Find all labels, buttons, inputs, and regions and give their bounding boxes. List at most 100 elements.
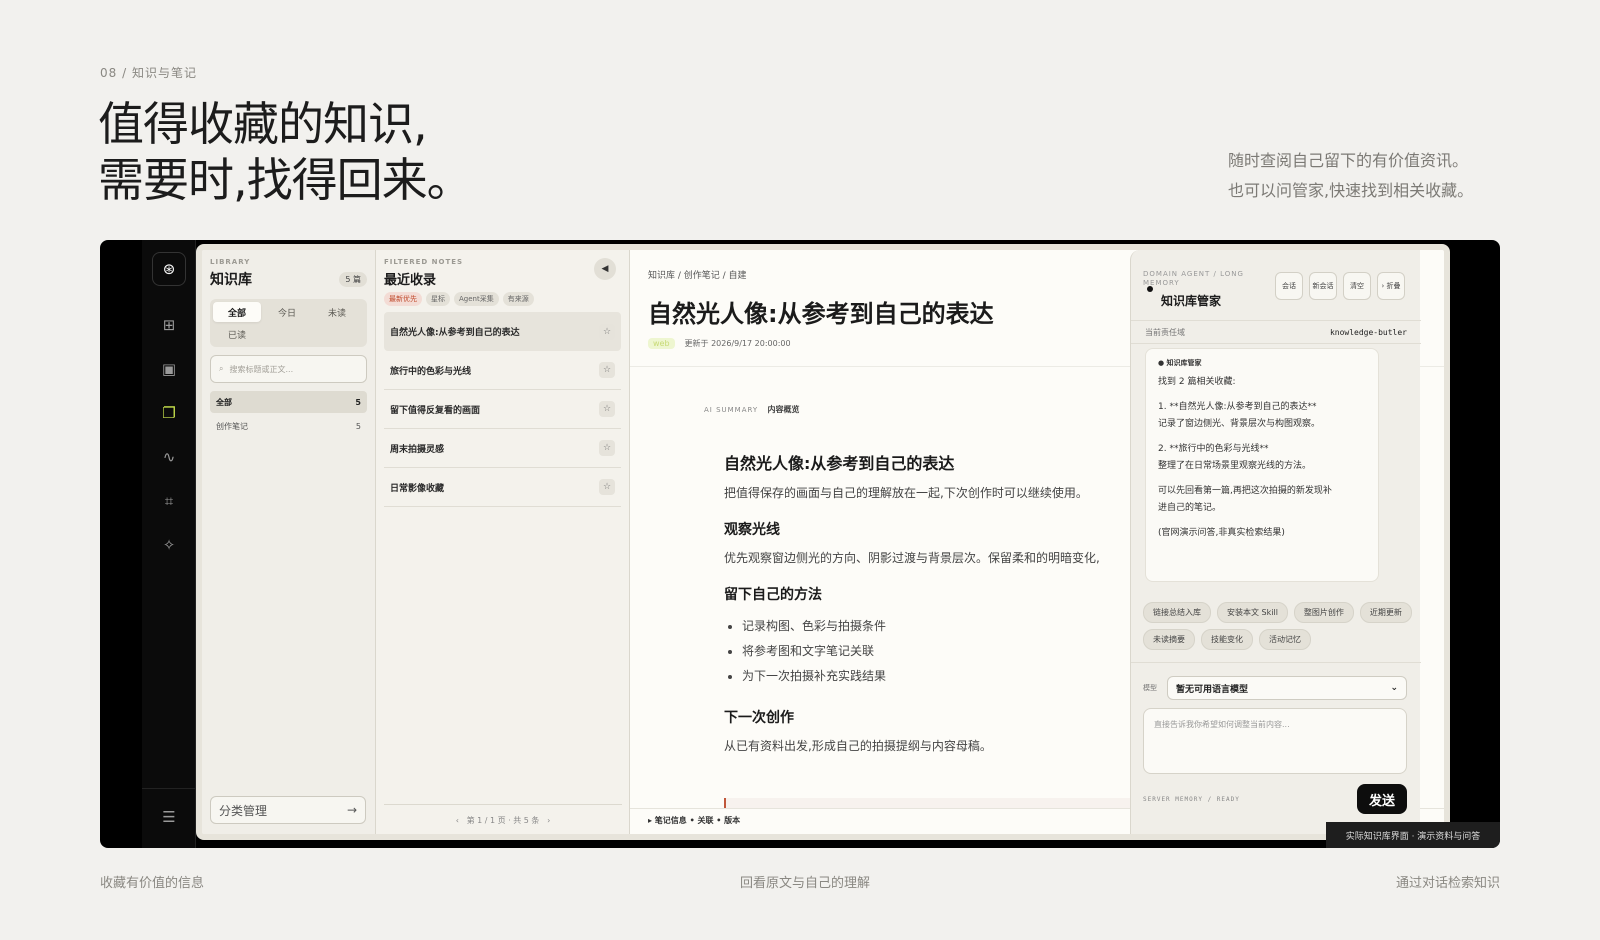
- clear-button[interactable]: 清空: [1343, 272, 1371, 300]
- agent-status-dot: [1147, 286, 1153, 292]
- pulse-icon[interactable]: ∿: [152, 440, 186, 474]
- pager-next-button[interactable]: ›: [547, 816, 550, 825]
- message-line: 1. **自然光人像:从参考到自己的表达**: [1158, 402, 1317, 412]
- model-row: 模型 暂无可用语言模型 ⌄: [1143, 676, 1407, 700]
- new-session-button[interactable]: 新会话: [1309, 272, 1337, 300]
- subcopy: 随时查阅自己留下的有价值资讯。 也可以问管家,快速找到相关收藏。: [1228, 146, 1473, 206]
- document-title: 自然光人像:从参考到自己的表达: [648, 300, 994, 328]
- app-window: LIBRARY 知识库 5 篇 全部 今日 未读 已读 ⌕ 搜索标题或正文...…: [196, 244, 1450, 840]
- library-filter-tabs: 全部 今日 未读 已读: [210, 299, 367, 347]
- tag-starred[interactable]: 星标: [426, 292, 450, 306]
- library-panel: LIBRARY 知识库 5 篇 全部 今日 未读 已读 ⌕ 搜索标题或正文...…: [202, 250, 376, 834]
- caption-left: 收藏有价值的信息: [100, 876, 205, 891]
- tag-sourced[interactable]: 有来源: [502, 292, 534, 306]
- summary-eyebrow: AI SUMMARY 内容概览: [704, 404, 799, 415]
- grid-icon[interactable]: ⊞: [152, 308, 186, 342]
- message-gap: [1158, 517, 1366, 525]
- duty-label: 当前责任域: [1145, 327, 1185, 337]
- category-name: 全部: [216, 397, 232, 407]
- star-icon[interactable]: ☆: [599, 362, 615, 378]
- summary-label: 内容概览: [767, 405, 800, 414]
- note-item[interactable]: 周末拍摄灵感 ☆: [384, 429, 621, 468]
- breadcrumb[interactable]: 知识库 / 创作笔记 / 自建: [648, 268, 747, 281]
- message-author: ● 知识库管家: [1158, 359, 1202, 367]
- chip[interactable]: 活动记忆: [1259, 629, 1311, 650]
- section-title-next: 下一次创作: [724, 710, 794, 726]
- category-name: 创作笔记: [216, 421, 248, 431]
- message-gap: [1158, 433, 1366, 441]
- body-heading: 自然光人像:从参考到自己的表达: [724, 454, 955, 473]
- pager-prev-button[interactable]: ‹: [456, 816, 459, 825]
- model-label: 模型: [1143, 684, 1157, 692]
- category-manage-button[interactable]: 分类管理 →: [210, 796, 366, 824]
- search-placeholder: 搜索标题或正文...: [229, 364, 294, 374]
- model-select[interactable]: 暂无可用语言模型 ⌄: [1167, 676, 1407, 700]
- scan-icon[interactable]: ⌗: [152, 484, 186, 518]
- server-status: SERVER MEMORY / READY: [1143, 796, 1240, 803]
- book-icon[interactable]: ❐: [152, 396, 186, 430]
- star-icon[interactable]: ☆: [599, 479, 615, 495]
- notes-tag-filters: 最新优先 星标 Agent采集 有来源: [384, 292, 621, 306]
- rail-divider: [142, 788, 196, 789]
- pagination: ‹ 第 1 / 1 页 · 共 5 条 ›: [384, 804, 622, 826]
- tag-newest[interactable]: 最新优先: [384, 292, 422, 306]
- prompt-input[interactable]: 直接告诉我你希望如何调整当前内容...: [1143, 708, 1407, 774]
- sessions-button[interactable]: 会话: [1275, 272, 1303, 300]
- document-meta: web 更新于 2026/9/17 20:00:00: [648, 338, 791, 349]
- eyebrow: 08 / 知识与笔记: [100, 66, 197, 80]
- agent-eyebrow: DOMAIN AGENT / LONG MEMORY: [1143, 270, 1244, 287]
- fold-button[interactable]: › 折叠: [1377, 272, 1405, 300]
- send-button[interactable]: 发送: [1357, 784, 1407, 814]
- category-count: 5: [355, 397, 361, 407]
- message-gap: [1158, 475, 1366, 483]
- note-item[interactable]: 日常影像收藏 ☆: [384, 468, 621, 507]
- note-title: 自然光人像:从参考到自己的表达: [390, 328, 520, 338]
- sparkle-icon[interactable]: ✧: [152, 528, 186, 562]
- star-icon[interactable]: ☆: [599, 323, 615, 340]
- body-intro: 把值得保存的画面与自己的理解放在一起,下次创作时可以继续使用。: [724, 486, 1088, 500]
- tag-agent[interactable]: Agent采集: [454, 292, 499, 306]
- headline-line-1: 值得收藏的知识,: [98, 97, 428, 151]
- logo-icon[interactable]: ⊛: [152, 252, 186, 286]
- chip[interactable]: 安装本文 Skill: [1217, 602, 1288, 623]
- settings-icon[interactable]: ☰: [152, 800, 186, 834]
- note-title: 旅行中的色彩与光线: [390, 366, 472, 377]
- filter-tab-unread[interactable]: 未读: [313, 302, 361, 322]
- library-eyebrow: LIBRARY: [210, 258, 251, 266]
- message-line: 2. **旅行中的色彩与光线**: [1158, 444, 1269, 454]
- chip[interactable]: 技能变化: [1201, 629, 1253, 650]
- note-item[interactable]: 旅行中的色彩与光线 ☆: [384, 351, 621, 390]
- image-icon[interactable]: ▣: [152, 352, 186, 386]
- library-search-input[interactable]: ⌕ 搜索标题或正文...: [210, 355, 367, 383]
- chip[interactable]: 未读摘要: [1143, 629, 1195, 650]
- subcopy-line-2: 也可以问管家,快速找到相关收藏。: [1228, 181, 1474, 200]
- list-item: 记录构图、色彩与拍摄条件: [742, 614, 1144, 639]
- filter-tab-read[interactable]: 已读: [213, 324, 261, 344]
- collapse-icon[interactable]: ◀: [594, 258, 616, 280]
- demo-badge: 实际知识库界面 · 演示资料与问答: [1326, 822, 1500, 848]
- headline-line-2: 需要时,找得回来。: [98, 153, 473, 207]
- notes-title: 最近收录: [384, 273, 437, 288]
- chip[interactable]: 链接总结入库: [1143, 602, 1211, 623]
- chip[interactable]: 整图片创作: [1293, 602, 1354, 623]
- category-manage-label: 分类管理: [219, 803, 268, 818]
- note-title: 日常影像收藏: [390, 483, 445, 494]
- category-item-notes[interactable]: 创作笔记 5: [210, 415, 367, 437]
- chip[interactable]: 近期更新: [1359, 602, 1412, 623]
- library-title: 知识库: [210, 272, 252, 288]
- note-item[interactable]: 留下值得反复看的画面 ☆: [384, 390, 621, 429]
- note-item[interactable]: 自然光人像:从参考到自己的表达 ☆: [384, 312, 621, 351]
- message-line: (官网演示问答,非真实检索结果): [1158, 528, 1285, 538]
- document-body: 自然光人像:从参考到自己的表达 把值得保存的画面与自己的理解放在一起,下次创作时…: [724, 450, 1144, 754]
- message-gap: [1158, 391, 1366, 399]
- filter-tab-today[interactable]: 今日: [263, 302, 311, 322]
- notes-eyebrow: FILTERED NOTES: [384, 258, 464, 266]
- note-title: 留下值得反复看的画面: [390, 405, 481, 416]
- search-icon: ⌕: [219, 364, 224, 373]
- summary-eyebrow-en: AI SUMMARY: [704, 406, 759, 414]
- star-icon[interactable]: ☆: [599, 440, 615, 456]
- category-item-all[interactable]: 全部 5: [210, 391, 367, 413]
- star-icon[interactable]: ☆: [599, 401, 615, 417]
- filter-tab-all[interactable]: 全部: [213, 302, 261, 322]
- category-count: 5: [355, 421, 361, 431]
